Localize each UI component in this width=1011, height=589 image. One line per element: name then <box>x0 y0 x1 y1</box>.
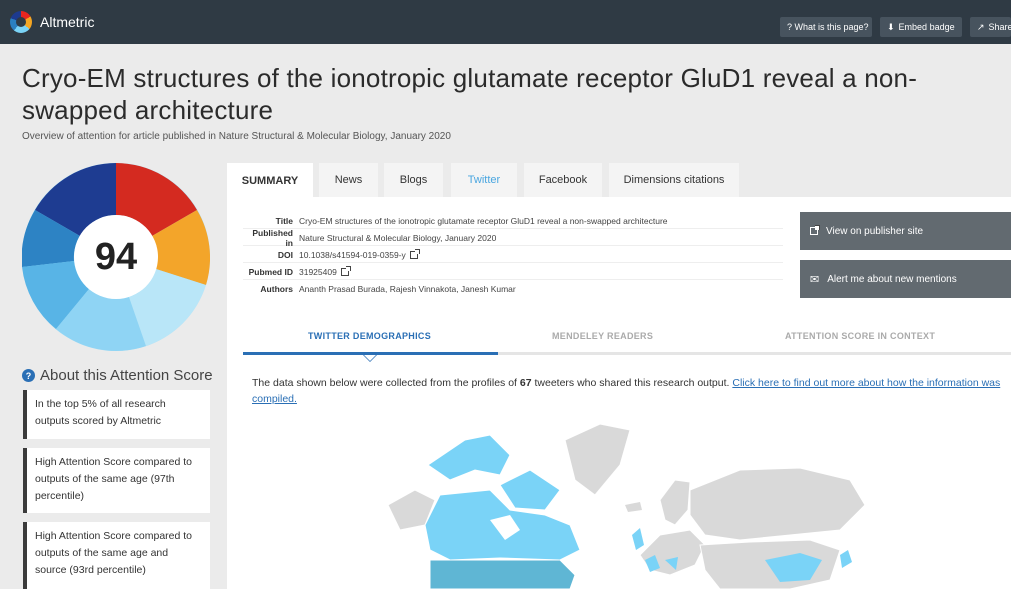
detail-label: Pubmed ID <box>248 266 293 277</box>
about-score-heading[interactable]: ? About this Attention Score <box>22 367 213 384</box>
subtab-mendeley-readers[interactable]: MENDELEY READERS <box>552 331 653 341</box>
pubmed-value: 31925409 <box>299 266 337 277</box>
map-region <box>429 559 576 589</box>
detail-label: Published in <box>252 227 293 248</box>
demographics-text-after: tweeters who shared this research output… <box>531 377 733 389</box>
external-link-icon <box>810 225 820 235</box>
map-region <box>564 423 631 496</box>
doi-value: 10.1038/s41594-019-0359-y <box>299 249 406 260</box>
share-button[interactable]: ↗ Share <box>970 17 1011 37</box>
share-label: Share <box>988 22 1011 32</box>
demographics-text: The data shown below were collected from… <box>252 375 1007 407</box>
tab-facebook[interactable]: Facebook <box>524 163 602 197</box>
demographics-text-before: The data shown below were collected from… <box>252 377 520 389</box>
view-publisher-button[interactable]: View on publisher site <box>800 212 1011 250</box>
about-card-same-age: High Attention Score compared to outputs… <box>23 448 210 513</box>
map-region <box>659 479 691 526</box>
doi-link[interactable]: 10.1038/s41594-019-0359-y <box>299 248 420 260</box>
page-subtitle: Overview of attention for article publis… <box>22 131 451 142</box>
altmetric-logo[interactable]: Altmetric <box>10 10 94 34</box>
detail-value: Nature Structural & Molecular Biology, J… <box>299 232 497 243</box>
top-bar: Altmetric ? What is this page? ⬇ Embed b… <box>0 0 1011 44</box>
detail-value: Cryo-EM structures of the ionotropic glu… <box>299 215 668 226</box>
tab-news[interactable]: News <box>319 163 378 197</box>
detail-row-pubmed: Pubmed ID 31925409 <box>243 264 783 280</box>
download-icon: ⬇ <box>887 21 895 32</box>
map-region <box>625 502 642 512</box>
map-region <box>840 550 852 568</box>
map-region <box>689 467 866 541</box>
detail-value: Ananth Prasad Burada, Rajesh Vinnakota, … <box>299 284 516 294</box>
view-publisher-label: View on publisher site <box>826 225 924 237</box>
detail-row-title: Title Cryo-EM structures of the ionotrop… <box>243 213 783 229</box>
tab-dimensions-citations[interactable]: Dimensions citations <box>609 163 739 197</box>
subtab-caret-inner <box>364 355 376 361</box>
embed-badge-button[interactable]: ⬇ Embed badge <box>880 17 962 37</box>
question-icon: ? <box>22 369 35 382</box>
what-is-this-page-button[interactable]: ? What is this page? <box>780 17 872 37</box>
brand-name: Altmetric <box>40 14 95 30</box>
about-card-top-5: In the top 5% of all research outputs sc… <box>23 390 210 439</box>
subtab-attention-score-context[interactable]: ATTENTION SCORE IN CONTEXT <box>785 331 935 341</box>
detail-label: Authors <box>260 284 293 294</box>
what-is-this-page-label: ? What is this page? <box>787 22 869 32</box>
subtab-twitter-demographics[interactable]: TWITTER DEMOGRAPHICS <box>308 331 431 341</box>
map-region <box>632 528 644 550</box>
map-region <box>427 434 511 481</box>
detail-label: Title <box>275 215 293 226</box>
detail-label: DOI <box>277 249 293 260</box>
envelope-icon: ✉ <box>810 273 820 286</box>
tab-blogs[interactable]: Blogs <box>384 163 443 197</box>
embed-badge-label: Embed badge <box>898 22 955 32</box>
map-region <box>499 469 561 511</box>
tab-summary[interactable]: SUMMARY <box>227 163 313 199</box>
detail-row-published: Published in Nature Structural & Molecul… <box>243 227 783 248</box>
alert-me-label: Alert me about new mentions <box>827 273 957 285</box>
alert-me-button[interactable]: ✉ Alert me about new mentions <box>800 260 1011 298</box>
external-link-icon <box>409 248 420 259</box>
page-title: Cryo-EM structures of the ionotropic glu… <box>22 63 918 125</box>
about-score-label: About this Attention Score <box>40 367 213 384</box>
share-icon: ↗ <box>977 21 985 32</box>
detail-row-authors: Authors Ananth Prasad Burada, Rajesh Vin… <box>243 281 783 297</box>
detail-row-doi: DOI 10.1038/s41594-019-0359-y <box>243 247 783 263</box>
tab-twitter[interactable]: Twitter <box>451 163 517 197</box>
about-card-same-source: High Attention Score compared to outputs… <box>23 522 210 589</box>
pubmed-link[interactable]: 31925409 <box>299 265 351 277</box>
attention-score-donut: 94 <box>21 163 211 351</box>
tweeter-count: 67 <box>519 377 532 389</box>
tweeter-world-map[interactable] <box>370 410 870 589</box>
altmetric-donut-icon <box>10 11 32 33</box>
external-link-icon <box>340 265 351 276</box>
attention-score-value: 94 <box>74 215 158 299</box>
